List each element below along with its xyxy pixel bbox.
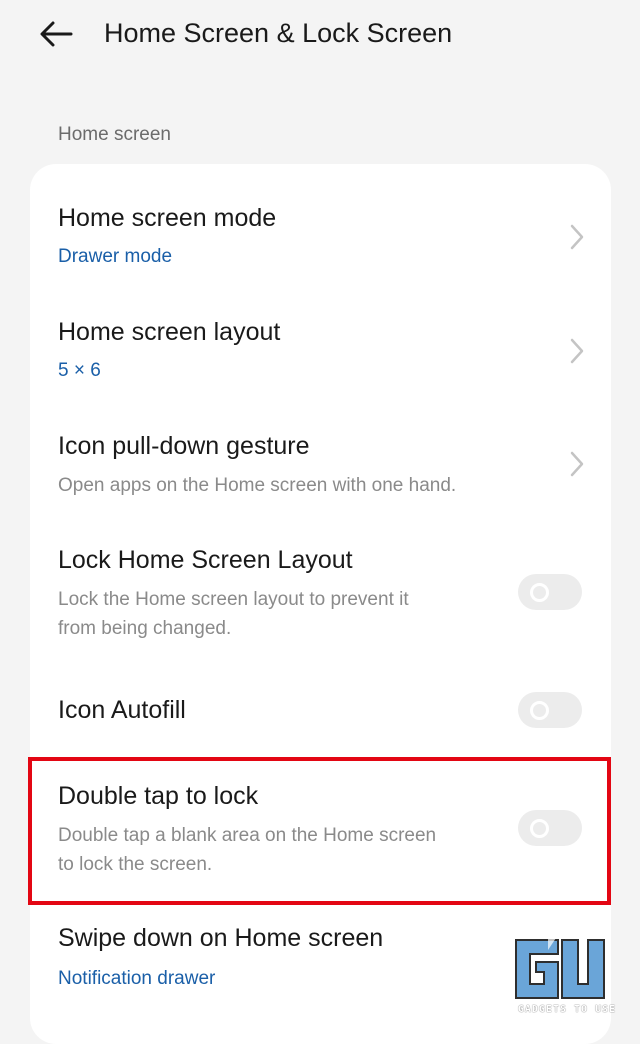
item-title: Swipe down on Home screen xyxy=(58,924,384,952)
item-title: Icon pull-down gesture xyxy=(58,432,310,460)
toggle-knob xyxy=(530,583,549,602)
toggle-knob xyxy=(530,701,549,720)
back-button[interactable] xyxy=(36,14,76,54)
lock-home-screen-layout-item: Lock Home Screen Layout Lock the Home sc… xyxy=(30,526,611,656)
chevron-right-icon xyxy=(570,338,584,364)
icon-autofill-toggle[interactable] xyxy=(518,692,582,728)
gadgets-to-use-logo xyxy=(515,938,605,999)
item-title: Home screen layout xyxy=(58,318,281,346)
chevron-right-icon xyxy=(570,451,584,477)
section-label-home-screen: Home screen xyxy=(58,124,171,145)
item-description-line-2: from being changed. xyxy=(58,618,232,639)
top-bar: Home Screen & Lock Screen xyxy=(0,0,640,70)
item-title: Home screen mode xyxy=(58,204,277,232)
item-value: 5 × 6 xyxy=(58,360,101,381)
lock-layout-toggle[interactable] xyxy=(518,574,582,610)
arrow-left-icon xyxy=(40,21,73,47)
item-value: Notification drawer xyxy=(58,968,216,989)
home-screen-mode-item[interactable]: Home screen mode Drawer mode xyxy=(30,184,611,284)
home-screen-layout-item[interactable]: Home screen layout 5 × 6 xyxy=(30,298,611,398)
gadgets-to-use-watermark: GADGETS TO USE xyxy=(508,936,626,1022)
item-description-line-1: Double tap a blank area on the Home scre… xyxy=(58,825,437,846)
watermark-text: GADGETS TO USE xyxy=(517,1004,617,1015)
item-description-line-1: Lock the Home screen layout to prevent i… xyxy=(58,589,409,610)
item-title: Icon Autofill xyxy=(58,696,186,724)
page-title: Home Screen & Lock Screen xyxy=(104,18,453,48)
double-tap-lock-toggle[interactable] xyxy=(518,810,582,846)
item-value: Drawer mode xyxy=(58,246,173,267)
double-tap-to-lock-item: Double tap to lock Double tap a blank ar… xyxy=(30,764,611,900)
icon-pull-down-gesture-item[interactable]: Icon pull-down gesture Open apps on the … xyxy=(30,412,611,512)
item-description: Open apps on the Home screen with one ha… xyxy=(58,475,457,496)
item-description-line-2: to lock the screen. xyxy=(58,854,213,875)
item-title: Lock Home Screen Layout xyxy=(58,546,353,574)
item-title: Double tap to lock xyxy=(58,782,259,810)
settings-card: Home screen mode Drawer mode Home screen… xyxy=(30,164,611,1044)
toggle-knob xyxy=(530,819,549,838)
icon-autofill-item: Icon Autofill xyxy=(30,672,611,752)
chevron-right-icon xyxy=(570,224,584,250)
